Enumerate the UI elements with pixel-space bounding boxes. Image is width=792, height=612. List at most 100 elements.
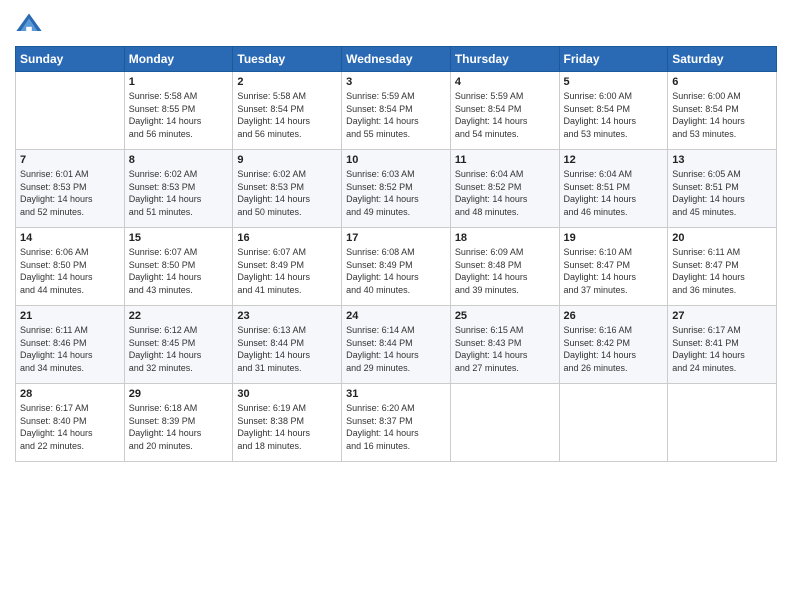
- logo-icon: [15, 10, 43, 38]
- header-cell-wednesday: Wednesday: [342, 47, 451, 72]
- day-number: 30: [237, 388, 337, 400]
- day-info: Sunrise: 6:20 AMSunset: 8:37 PMDaylight:…: [346, 402, 446, 452]
- day-info: Sunrise: 6:08 AMSunset: 8:49 PMDaylight:…: [346, 246, 446, 296]
- day-info: Sunrise: 6:01 AMSunset: 8:53 PMDaylight:…: [20, 168, 120, 218]
- day-info: Sunrise: 6:14 AMSunset: 8:44 PMDaylight:…: [346, 324, 446, 374]
- day-info: Sunrise: 6:11 AMSunset: 8:46 PMDaylight:…: [20, 324, 120, 374]
- day-info: Sunrise: 6:00 AMSunset: 8:54 PMDaylight:…: [672, 90, 772, 140]
- day-cell: 10 Sunrise: 6:03 AMSunset: 8:52 PMDayligh…: [342, 150, 451, 228]
- day-number: 6: [672, 76, 772, 88]
- week-row-4: 21 Sunrise: 6:11 AMSunset: 8:46 PMDayligh…: [16, 306, 777, 384]
- day-cell: 5 Sunrise: 6:00 AMSunset: 8:54 PMDaylight…: [559, 72, 668, 150]
- day-cell: 15 Sunrise: 6:07 AMSunset: 8:50 PMDayligh…: [124, 228, 233, 306]
- day-number: 2: [237, 76, 337, 88]
- day-cell: [559, 384, 668, 462]
- day-cell: 9 Sunrise: 6:02 AMSunset: 8:53 PMDaylight…: [233, 150, 342, 228]
- day-cell: 2 Sunrise: 5:58 AMSunset: 8:54 PMDaylight…: [233, 72, 342, 150]
- day-number: 10: [346, 154, 446, 166]
- day-cell: 18 Sunrise: 6:09 AMSunset: 8:48 PMDayligh…: [450, 228, 559, 306]
- day-info: Sunrise: 6:18 AMSunset: 8:39 PMDaylight:…: [129, 402, 229, 452]
- day-info: Sunrise: 6:04 AMSunset: 8:51 PMDaylight:…: [564, 168, 664, 218]
- day-info: Sunrise: 6:02 AMSunset: 8:53 PMDaylight:…: [237, 168, 337, 218]
- day-cell: 21 Sunrise: 6:11 AMSunset: 8:46 PMDayligh…: [16, 306, 125, 384]
- day-cell: 7 Sunrise: 6:01 AMSunset: 8:53 PMDaylight…: [16, 150, 125, 228]
- day-cell: [16, 72, 125, 150]
- day-cell: 25 Sunrise: 6:15 AMSunset: 8:43 PMDayligh…: [450, 306, 559, 384]
- header-cell-saturday: Saturday: [668, 47, 777, 72]
- day-number: 29: [129, 388, 229, 400]
- day-number: 5: [564, 76, 664, 88]
- day-info: Sunrise: 6:06 AMSunset: 8:50 PMDaylight:…: [20, 246, 120, 296]
- day-number: 27: [672, 310, 772, 322]
- day-cell: 8Sunrise: 6:02 AMSunset: 8:53 PMDaylight…: [124, 150, 233, 228]
- header-cell-monday: Monday: [124, 47, 233, 72]
- day-cell: 6 Sunrise: 6:00 AMSunset: 8:54 PMDaylight…: [668, 72, 777, 150]
- header: [15, 10, 777, 38]
- day-cell: 13 Sunrise: 6:05 AMSunset: 8:51 PMDayligh…: [668, 150, 777, 228]
- day-cell: 3 Sunrise: 5:59 AMSunset: 8:54 PMDaylight…: [342, 72, 451, 150]
- day-info: Sunrise: 6:17 AMSunset: 8:41 PMDaylight:…: [672, 324, 772, 374]
- day-info: Sunrise: 6:11 AMSunset: 8:47 PMDaylight:…: [672, 246, 772, 296]
- week-row-2: 7 Sunrise: 6:01 AMSunset: 8:53 PMDaylight…: [16, 150, 777, 228]
- day-number: 19: [564, 232, 664, 244]
- day-number: 26: [564, 310, 664, 322]
- day-info: Sunrise: 6:00 AMSunset: 8:54 PMDaylight:…: [564, 90, 664, 140]
- day-info: Sunrise: 5:59 AMSunset: 8:54 PMDaylight:…: [346, 90, 446, 140]
- day-cell: 22 Sunrise: 6:12 AMSunset: 8:45 PMDayligh…: [124, 306, 233, 384]
- day-cell: 26Sunrise: 6:16 AMSunset: 8:42 PMDayligh…: [559, 306, 668, 384]
- day-number: 7: [20, 154, 120, 166]
- day-number: 15: [129, 232, 229, 244]
- day-info: Sunrise: 6:09 AMSunset: 8:48 PMDaylight:…: [455, 246, 555, 296]
- day-cell: [668, 384, 777, 462]
- calendar-body: 1 Sunrise: 5:58 AMSunset: 8:55 PMDaylight…: [16, 72, 777, 462]
- header-cell-tuesday: Tuesday: [233, 47, 342, 72]
- day-info: Sunrise: 6:12 AMSunset: 8:45 PMDaylight:…: [129, 324, 229, 374]
- day-info: Sunrise: 6:19 AMSunset: 8:38 PMDaylight:…: [237, 402, 337, 452]
- day-info: Sunrise: 5:58 AMSunset: 8:55 PMDaylight:…: [129, 90, 229, 140]
- day-cell: 19 Sunrise: 6:10 AMSunset: 8:47 PMDayligh…: [559, 228, 668, 306]
- day-info: Sunrise: 6:07 AMSunset: 8:50 PMDaylight:…: [129, 246, 229, 296]
- day-info: Sunrise: 5:59 AMSunset: 8:54 PMDaylight:…: [455, 90, 555, 140]
- day-number: 21: [20, 310, 120, 322]
- day-cell: 4 Sunrise: 5:59 AMSunset: 8:54 PMDaylight…: [450, 72, 559, 150]
- day-info: Sunrise: 6:07 AMSunset: 8:49 PMDaylight:…: [237, 246, 337, 296]
- day-cell: 23Sunrise: 6:13 AMSunset: 8:44 PMDayligh…: [233, 306, 342, 384]
- day-cell: 24 Sunrise: 6:14 AMSunset: 8:44 PMDayligh…: [342, 306, 451, 384]
- day-info: Sunrise: 6:15 AMSunset: 8:43 PMDaylight:…: [455, 324, 555, 374]
- day-number: 16: [237, 232, 337, 244]
- day-cell: 17 Sunrise: 6:08 AMSunset: 8:49 PMDayligh…: [342, 228, 451, 306]
- day-info: Sunrise: 6:17 AMSunset: 8:40 PMDaylight:…: [20, 402, 120, 452]
- day-number: 25: [455, 310, 555, 322]
- day-number: 9: [237, 154, 337, 166]
- day-info: Sunrise: 5:58 AMSunset: 8:54 PMDaylight:…: [237, 90, 337, 140]
- day-cell: 28 Sunrise: 6:17 AMSunset: 8:40 PMDayligh…: [16, 384, 125, 462]
- page: SundayMondayTuesdayWednesdayThursdayFrid…: [0, 0, 792, 612]
- day-number: 22: [129, 310, 229, 322]
- day-cell: 27 Sunrise: 6:17 AMSunset: 8:41 PMDayligh…: [668, 306, 777, 384]
- logo: [15, 10, 47, 38]
- day-number: 28: [20, 388, 120, 400]
- day-number: 18: [455, 232, 555, 244]
- day-cell: 11Sunrise: 6:04 AMSunset: 8:52 PMDayligh…: [450, 150, 559, 228]
- day-number: 1: [129, 76, 229, 88]
- day-cell: 14 Sunrise: 6:06 AMSunset: 8:50 PMDayligh…: [16, 228, 125, 306]
- day-number: 31: [346, 388, 446, 400]
- day-number: 20: [672, 232, 772, 244]
- week-row-5: 28 Sunrise: 6:17 AMSunset: 8:40 PMDayligh…: [16, 384, 777, 462]
- day-cell: [450, 384, 559, 462]
- calendar-header: SundayMondayTuesdayWednesdayThursdayFrid…: [16, 47, 777, 72]
- day-number: 24: [346, 310, 446, 322]
- day-info: Sunrise: 6:05 AMSunset: 8:51 PMDaylight:…: [672, 168, 772, 218]
- day-number: 17: [346, 232, 446, 244]
- day-number: 13: [672, 154, 772, 166]
- day-cell: 30 Sunrise: 6:19 AMSunset: 8:38 PMDayligh…: [233, 384, 342, 462]
- day-cell: 29 Sunrise: 6:18 AMSunset: 8:39 PMDayligh…: [124, 384, 233, 462]
- day-number: 23: [237, 310, 337, 322]
- day-number: 4: [455, 76, 555, 88]
- header-cell-sunday: Sunday: [16, 47, 125, 72]
- day-info: Sunrise: 6:10 AMSunset: 8:47 PMDaylight:…: [564, 246, 664, 296]
- header-row: SundayMondayTuesdayWednesdayThursdayFrid…: [16, 47, 777, 72]
- day-info: Sunrise: 6:03 AMSunset: 8:52 PMDaylight:…: [346, 168, 446, 218]
- day-number: 14: [20, 232, 120, 244]
- day-number: 3: [346, 76, 446, 88]
